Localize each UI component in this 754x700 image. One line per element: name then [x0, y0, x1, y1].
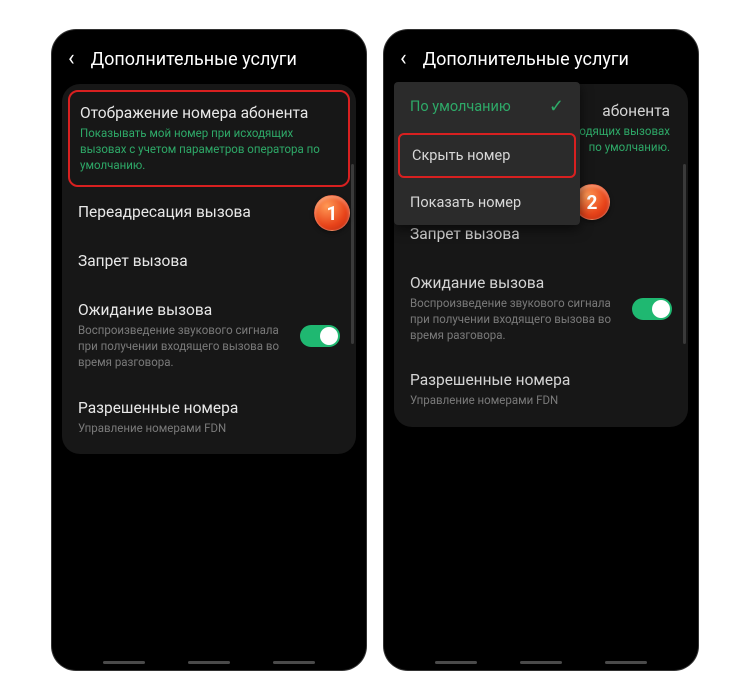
page-title: Дополнительные услуги — [91, 49, 297, 70]
nav-bar — [52, 661, 366, 664]
item-title: Отображение номера абонента — [80, 104, 338, 122]
item-title: Запрет вызова — [78, 252, 340, 270]
nav-recent[interactable] — [103, 661, 145, 664]
header: ‹ Дополнительные услуги — [384, 30, 698, 84]
nav-recent[interactable] — [435, 661, 477, 664]
toggle-waiting[interactable] — [300, 325, 340, 347]
item-caller-id[interactable]: Отображение номера абонента Показывать м… — [68, 90, 350, 187]
item-title: Разрешенные номера — [410, 371, 672, 389]
item-title: Разрешенные номера — [78, 399, 340, 417]
popup-option-default[interactable]: По умолчанию ✓ — [394, 82, 580, 131]
item-forward[interactable]: Переадресация вызова 1 — [62, 189, 356, 238]
item-title: Ожидание вызова — [410, 274, 622, 292]
popup-option-show[interactable]: Показать номер — [394, 180, 580, 225]
toggle-waiting[interactable] — [632, 298, 672, 320]
page-title: Дополнительные услуги — [423, 49, 629, 70]
settings-list: Отображение номера абонента Показывать м… — [62, 84, 356, 454]
item-waiting[interactable]: Ожидание вызова Воспроизведение звуковог… — [394, 260, 688, 357]
item-title: Запрет вызова — [410, 225, 672, 243]
item-desc: Управление номерами FDN — [78, 420, 340, 436]
phone-right: ‹ Дополнительные услуги абонента ходящих… — [384, 30, 698, 670]
nav-home[interactable] — [520, 661, 562, 664]
check-icon: ✓ — [549, 96, 564, 117]
item-barring[interactable]: Запрет вызова — [62, 238, 356, 287]
option-label: По умолчанию — [410, 98, 511, 115]
phone-left: ‹ Дополнительные услуги Отображение номе… — [52, 30, 366, 670]
header: ‹ Дополнительные услуги — [52, 30, 366, 84]
item-desc: Воспроизведение звукового сигнала при по… — [78, 322, 290, 370]
nav-home[interactable] — [188, 661, 230, 664]
item-fdn[interactable]: Разрешенные номера Управление номерами F… — [394, 357, 688, 422]
item-waiting[interactable]: Ожидание вызова Воспроизведение звуковог… — [62, 287, 356, 384]
popup-option-hide[interactable]: Скрыть номер — [398, 133, 576, 178]
back-icon[interactable]: ‹ — [400, 48, 407, 70]
item-title: Переадресация вызова — [78, 203, 340, 221]
back-icon[interactable]: ‹ — [68, 48, 75, 70]
nav-back[interactable] — [273, 661, 315, 664]
step-badge-1: 1 — [314, 195, 350, 231]
item-desc: Показывать мой номер при исходящих вызов… — [80, 125, 338, 173]
item-desc: Управление номерами FDN — [410, 392, 672, 408]
option-label: Скрыть номер — [412, 147, 510, 164]
caller-id-popup: По умолчанию ✓ Скрыть номер Показать ном… — [394, 82, 580, 225]
option-label: Показать номер — [410, 194, 521, 211]
item-desc: Воспроизведение звукового сигнала при по… — [410, 295, 622, 343]
nav-back[interactable] — [605, 661, 647, 664]
item-title: Ожидание вызова — [78, 301, 290, 319]
nav-bar — [384, 661, 698, 664]
item-fdn[interactable]: Разрешенные номера Управление номерами F… — [62, 385, 356, 450]
